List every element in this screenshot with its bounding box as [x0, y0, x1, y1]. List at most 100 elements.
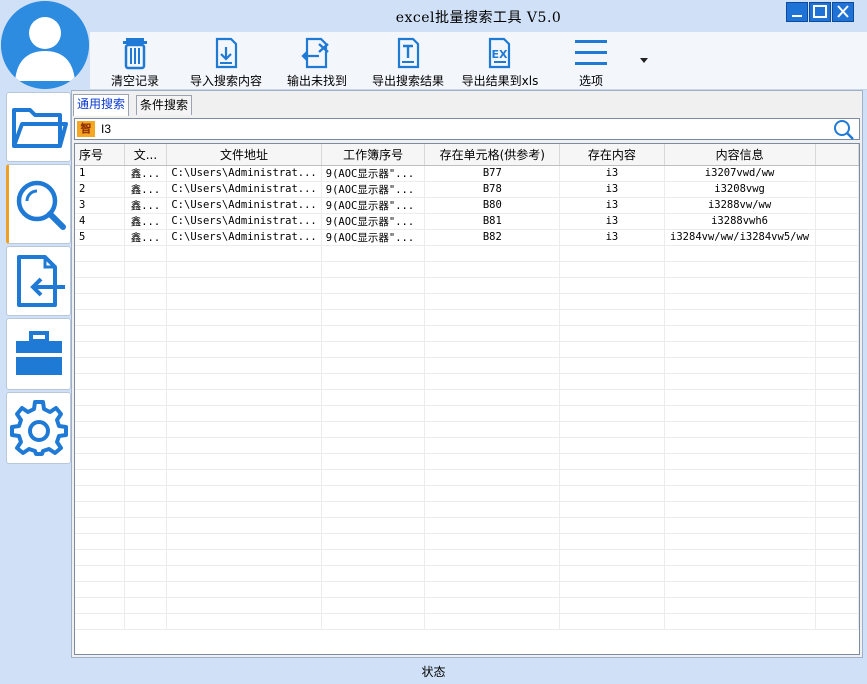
- table-cell-empty: [424, 597, 561, 614]
- table-cell-empty: [124, 581, 168, 598]
- search-input[interactable]: [101, 120, 801, 138]
- table-cell-empty: [124, 309, 168, 326]
- table-cell-empty: [321, 453, 426, 470]
- table-cell-empty: [321, 517, 426, 534]
- table-cell: B77: [424, 165, 561, 182]
- table-cell-empty: [124, 437, 168, 454]
- table-cell-empty: [124, 453, 168, 470]
- column-header-index[interactable]: 序号: [75, 144, 125, 166]
- table-cell-empty: [664, 501, 816, 518]
- table-cell: i3207vwd/ww: [664, 165, 816, 182]
- table-row[interactable]: 4 鑫... C:\Users\Administrat... 9(AOC显示器"...…: [75, 213, 859, 230]
- table-cell-filler: [815, 197, 859, 214]
- column-header-sheet-index[interactable]: 工作簿序号: [321, 144, 426, 166]
- table-cell-empty: [664, 597, 816, 614]
- table-row[interactable]: 2 鑫... C:\Users\Administrat... 9(AOC显示器"...…: [75, 181, 859, 198]
- table-cell: C:\Users\Administrat...: [166, 181, 322, 198]
- table-cell-empty: [815, 597, 859, 614]
- search-icon[interactable]: [833, 119, 855, 140]
- table-cell: 4: [75, 213, 125, 230]
- table-cell: B78: [424, 181, 561, 198]
- close-button[interactable]: [832, 2, 854, 22]
- table-cell-empty: [75, 453, 125, 470]
- table-cell-filler: [815, 229, 859, 246]
- table-cell-empty: [321, 485, 426, 502]
- table-cell-empty: [815, 341, 859, 358]
- table-cell-empty: [166, 581, 322, 598]
- table-cell-empty: [75, 597, 125, 614]
- table-cell-empty: [424, 485, 561, 502]
- tab-general-search[interactable]: 通用搜索: [73, 94, 130, 116]
- table-cell-empty: [559, 405, 665, 422]
- export-results-to-xls-button[interactable]: EX 导出结果到xls: [457, 36, 543, 89]
- table-cell-empty: [321, 565, 426, 582]
- empty-table-row: [75, 549, 859, 566]
- table-cell-empty: [664, 277, 816, 294]
- empty-table-row: [75, 373, 859, 390]
- table-cell-empty: [815, 421, 859, 438]
- table-cell: i3288vwh6: [664, 213, 816, 230]
- table-row[interactable]: 3 鑫... C:\Users\Administrat... 9(AOC显示器"...…: [75, 197, 859, 214]
- table-cell-empty: [166, 453, 322, 470]
- table-cell-empty: [166, 373, 322, 390]
- smart-search-badge[interactable]: 智: [77, 121, 95, 137]
- window-title: excel批量搜索工具 V5.0: [395, 10, 562, 26]
- table-cell-empty: [559, 325, 665, 342]
- sidebar-item-toolbox[interactable]: [6, 318, 71, 390]
- table-cell-empty: [321, 341, 426, 358]
- table-cell: 鑫...: [124, 165, 168, 182]
- table-cell: 9(AOC显示器"...: [321, 197, 426, 214]
- table-cell-empty: [559, 581, 665, 598]
- table-cell-empty: [424, 533, 561, 550]
- table-cell-empty: [424, 325, 561, 342]
- table-cell-empty: [424, 341, 561, 358]
- export-search-results-button[interactable]: 导出搜索结果: [369, 36, 447, 89]
- table-cell-empty: [664, 549, 816, 566]
- sidebar-item-open-folder[interactable]: [6, 92, 71, 162]
- options-button[interactable]: 选项: [571, 36, 611, 89]
- column-header-file-path[interactable]: 文件地址: [166, 144, 322, 166]
- dropdown-arrow-icon[interactable]: [638, 54, 650, 66]
- import-search-content-button[interactable]: 导入搜索内容: [186, 36, 266, 89]
- empty-table-row: [75, 309, 859, 326]
- sidebar-item-settings[interactable]: [6, 392, 71, 464]
- table-cell-empty: [75, 437, 125, 454]
- table-cell-empty: [424, 421, 561, 438]
- table-cell-empty: [424, 469, 561, 486]
- table-cell: C:\Users\Administrat...: [166, 229, 322, 246]
- table-cell-empty: [166, 613, 322, 630]
- table-cell-empty: [424, 261, 561, 278]
- column-header-content[interactable]: 存在内容: [559, 144, 665, 166]
- clear-records-button[interactable]: 清空记录: [108, 36, 162, 89]
- tab-condition-search[interactable]: 条件搜索: [136, 95, 193, 115]
- empty-table-row: [75, 389, 859, 406]
- table-cell-empty: [815, 613, 859, 630]
- empty-table-row: [75, 485, 859, 502]
- table-cell-empty: [559, 613, 665, 630]
- table-cell-empty: [424, 373, 561, 390]
- table-cell-empty: [815, 373, 859, 390]
- table-cell-empty: [559, 309, 665, 326]
- export-search-results-label: 导出搜索结果: [371, 74, 444, 88]
- avatar[interactable]: [1, 1, 89, 89]
- table-cell-empty: [664, 245, 816, 262]
- table-cell-empty: [124, 421, 168, 438]
- table-cell-empty: [664, 581, 816, 598]
- results-table-container: 序号 文... 文件地址 工作簿序号 存在单元格(供参考) 存在内容 内容信息 …: [74, 143, 860, 655]
- table-cell-empty: [815, 549, 859, 566]
- table-row[interactable]: 5 鑫... C:\Users\Administrat... 9(AOC显示器"...…: [75, 229, 859, 246]
- table-cell-empty: [75, 533, 125, 550]
- column-header-cell[interactable]: 存在单元格(供参考): [424, 144, 561, 166]
- table-cell-empty: [815, 501, 859, 518]
- column-header-content-info[interactable]: 内容信息: [664, 144, 816, 166]
- table-cell-empty: [559, 517, 665, 534]
- empty-table-row: [75, 277, 859, 294]
- minimize-button[interactable]: [786, 2, 808, 22]
- column-header-file[interactable]: 文...: [124, 144, 168, 166]
- sidebar-item-import-file[interactable]: [6, 246, 71, 316]
- export-not-found-button[interactable]: 输出未找到: [284, 36, 350, 89]
- table-cell-empty: [424, 501, 561, 518]
- sidebar-item-search[interactable]: [6, 164, 71, 244]
- table-row[interactable]: 1 鑫... C:\Users\Administrat... 9(AOC显示器"...…: [75, 165, 859, 182]
- maximize-button[interactable]: [809, 2, 831, 22]
